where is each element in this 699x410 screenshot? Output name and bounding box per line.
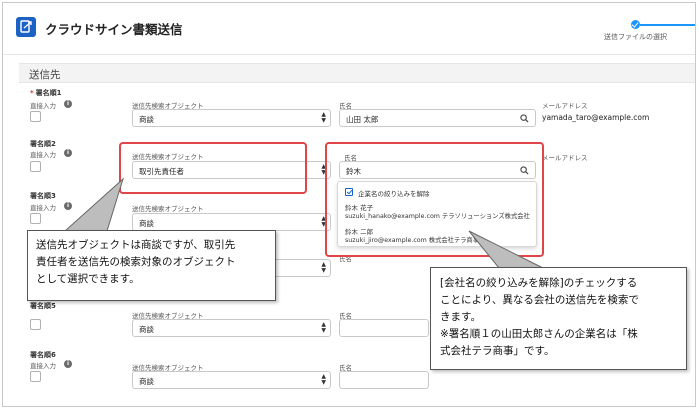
callout-line: 送信先オブジェクトは商談ですが、取引先 [36, 239, 236, 251]
callout-line: として選択できます。 [36, 273, 140, 285]
callout-line: ことにより、異なる会社の送信先を検索で [440, 294, 639, 306]
callout-line: ※署名順１の山田太郎さんの企業名は「株 [440, 328, 638, 340]
callout-line: きます。 [440, 311, 481, 323]
callout-line: 式会社テラ商事」です。 [440, 345, 555, 357]
callout-line: [会社名の絞り込みを解除]のチェックする [440, 277, 638, 289]
callout-object-note: 送信先オブジェクトは商談ですが、取引先 責任者を送信先の検索対象のオブジェクト … [27, 230, 276, 301]
screenshot-frame: クラウドサイン書類送信 送信ファイルの選択 送信先 * 署名順1 直接入力 i 送… [2, 2, 696, 407]
callout-filter-note: [会社名の絞り込みを解除]のチェックする ことにより、異なる会社の送信先を検索で… [430, 267, 687, 370]
callout-line: 責任者を送信先の検索対象のオブジェクト [36, 256, 236, 268]
